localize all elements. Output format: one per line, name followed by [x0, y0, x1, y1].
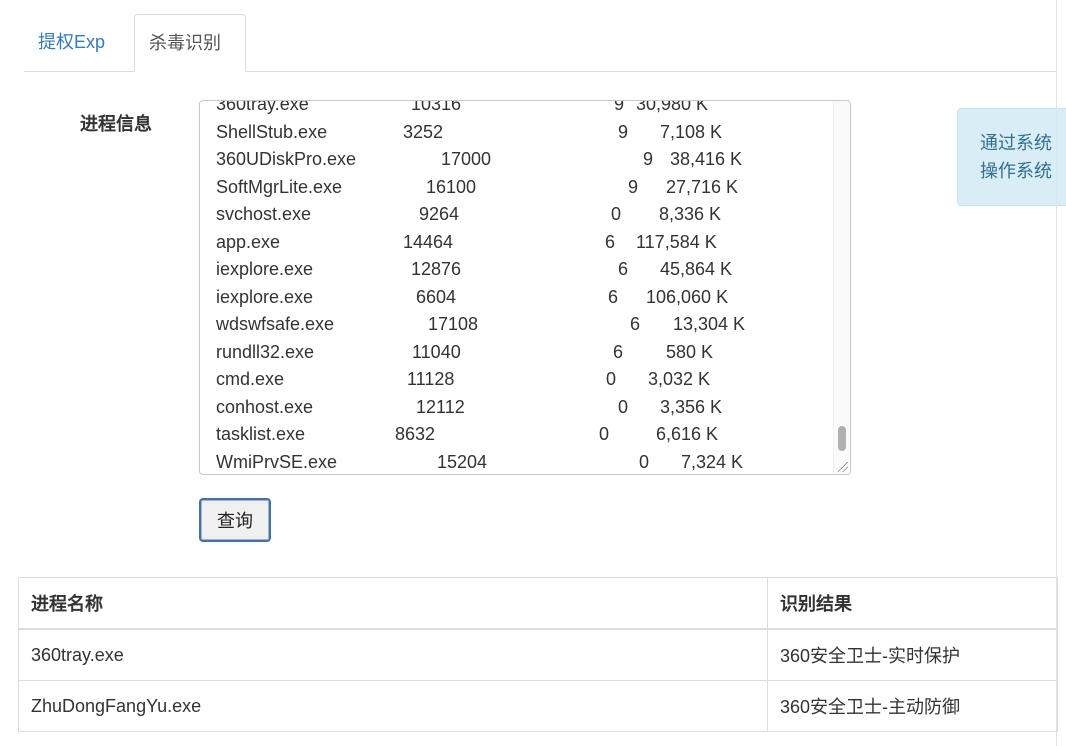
process-mem-text: 7,324 K: [681, 451, 744, 472]
process-session-text: 9: [643, 149, 654, 169]
page-edge-divider: [1056, 0, 1057, 746]
process-session-text: 9: [614, 100, 625, 114]
process-pid-text: 15204: [437, 451, 488, 472]
process-line: WmiPrvSE.exe 15204 0 7,324 K: [200, 451, 830, 475]
cell-process-name: ZhuDongFangYu.exe: [18, 680, 768, 732]
tab-bar: 提权Exp 杀毒识别: [24, 14, 1056, 72]
process-pid-text: 16100: [426, 176, 477, 197]
process-pid-text: 11040: [412, 341, 461, 362]
info-alert-line1: 通过系统: [980, 133, 1052, 153]
process-mem-text: 580 K: [666, 341, 714, 362]
process-mem-text: 3,032 K: [648, 369, 711, 389]
textarea-scrollbar[interactable]: [833, 101, 850, 474]
process-line: SoftMgrLite.exe 16100 9 27,716 K: [200, 177, 830, 205]
column-header-process-name: 进程名称: [18, 577, 768, 630]
process-line: 360tray.exe 10316 9 30,980 K: [200, 100, 830, 122]
process-mem-text: 8,336 K: [659, 204, 722, 224]
query-button[interactable]: 查询: [199, 498, 271, 542]
process-name-text: iexplore.exe: [216, 286, 314, 307]
process-session-text: 6: [605, 231, 616, 252]
process-name-text: tasklist.exe: [216, 424, 306, 444]
process-pid-text: 3252: [403, 121, 444, 142]
process-session-text: 6: [613, 341, 624, 362]
cell-result: 360安全卫士-实时保护: [767, 628, 1058, 681]
process-name-text: 360UDiskPro.exe: [216, 149, 357, 169]
process-mem-text: 45,864 K: [660, 259, 733, 279]
process-mem-text: 3,356 K: [660, 396, 723, 417]
process-line: ShellStub.exe 3252 9 7,108 K: [200, 122, 830, 150]
process-pid-text: 17108: [428, 314, 479, 334]
resize-grip-icon[interactable]: [838, 462, 848, 472]
process-name-text: rundll32.exe: [216, 341, 315, 362]
process-session-text: 6: [608, 286, 619, 307]
process-line: iexplore.exe 12876 6 45,864 K: [200, 259, 830, 287]
result-table: 进程名称 识别结果 360tray.exe 360安全卫士-实时保护 ZhuDo…: [18, 577, 1058, 732]
process-line: app.exe 14464 6 117,584 K: [200, 232, 830, 260]
tab-privilege-exp[interactable]: 提权Exp: [24, 14, 134, 71]
process-session-text: 0: [606, 369, 617, 389]
process-session-text: 6: [630, 314, 641, 334]
process-name-text: 360tray.exe: [216, 100, 309, 114]
process-session-text: 6: [618, 259, 629, 279]
process-line: conhost.exe 12112 0 3,356 K: [200, 397, 830, 425]
process-line: iexplore.exe 6604 6 106,060 K: [200, 287, 830, 315]
process-line: svchost.exe 9264 0 8,336 K: [200, 204, 830, 232]
process-session-text: 0: [611, 204, 622, 224]
process-mem-text: 7,108 K: [660, 121, 723, 142]
process-name-text: svchost.exe: [216, 204, 312, 224]
process-session-text: 0: [618, 396, 629, 417]
process-session-text: 9: [628, 176, 639, 197]
process-mem-text: 6,616 K: [656, 424, 719, 444]
cell-process-name: 360tray.exe: [18, 628, 768, 681]
process-name-text: iexplore.exe: [216, 259, 314, 279]
process-session-text: 0: [599, 424, 610, 444]
process-mem-text: 13,304 K: [673, 314, 746, 334]
process-mem-text: 38,416 K: [670, 149, 743, 169]
table-row: ZhuDongFangYu.exe 360安全卫士-主动防御: [18, 680, 1058, 732]
process-pid-text: 9264: [419, 204, 460, 224]
process-line: 360UDiskPro.exe 17000 9 38,416 K: [200, 149, 830, 177]
cell-result: 360安全卫士-主动防御: [767, 680, 1058, 732]
process-line: wdswfsafe.exe 17108 6 13,304 K: [200, 314, 830, 342]
process-mem-text: 106,060 K: [646, 286, 729, 307]
process-session-text: 0: [639, 451, 650, 472]
process-pid-text: 12876: [411, 259, 462, 279]
process-pid-text: 8632: [395, 424, 436, 444]
process-line: tasklist.exe 8632 0 6,616 K: [200, 424, 830, 452]
process-mem-text: 27,716 K: [666, 176, 739, 197]
process-pid-text: 11128: [407, 369, 455, 389]
process-info-label: 进程信息: [80, 114, 152, 134]
process-session-text: 9: [618, 121, 629, 142]
process-line: rundll32.exe 11040 6 580 K: [200, 342, 830, 370]
process-name-text: SoftMgrLite.exe: [216, 176, 343, 197]
process-mem-text: 117,584 K: [636, 231, 717, 252]
process-name-text: ShellStub.exe: [216, 121, 328, 142]
process-name-text: app.exe: [216, 231, 281, 252]
process-name-text: WmiPrvSE.exe: [216, 451, 338, 472]
table-row: 360tray.exe 360安全卫士-实时保护: [18, 628, 1058, 681]
info-alert: 通过系统 操作系统: [957, 108, 1066, 206]
scrollbar-thumb[interactable]: [838, 426, 846, 451]
process-name-text: wdswfsafe.exe: [216, 314, 335, 334]
column-header-result: 识别结果: [767, 577, 1058, 630]
table-header-row: 进程名称 识别结果: [18, 577, 1058, 630]
info-alert-line2: 操作系统: [980, 161, 1052, 181]
process-name-text: conhost.exe: [216, 396, 314, 417]
tab-antivirus-detect[interactable]: 杀毒识别: [134, 14, 246, 72]
process-pid-text: 10316: [411, 100, 462, 114]
process-name-text: cmd.exe: [216, 369, 285, 389]
process-pid-text: 12112: [416, 396, 465, 417]
process-pid-text: 17000: [441, 149, 492, 169]
process-line: cmd.exe 11128 0 3,032 K: [200, 369, 830, 397]
process-mem-text: 30,980 K: [636, 100, 709, 114]
process-pid-text: 14464: [403, 231, 454, 252]
process-pid-text: 6604: [416, 286, 457, 307]
process-info-textarea[interactable]: WmiPrvSE.exe 15204 0 7,324 K tasklist.exe 863…: [199, 100, 851, 475]
page: 提权Exp 杀毒识别 进程信息 WmiPrvSE.exe 15204 0 7,324 …: [0, 0, 1066, 746]
